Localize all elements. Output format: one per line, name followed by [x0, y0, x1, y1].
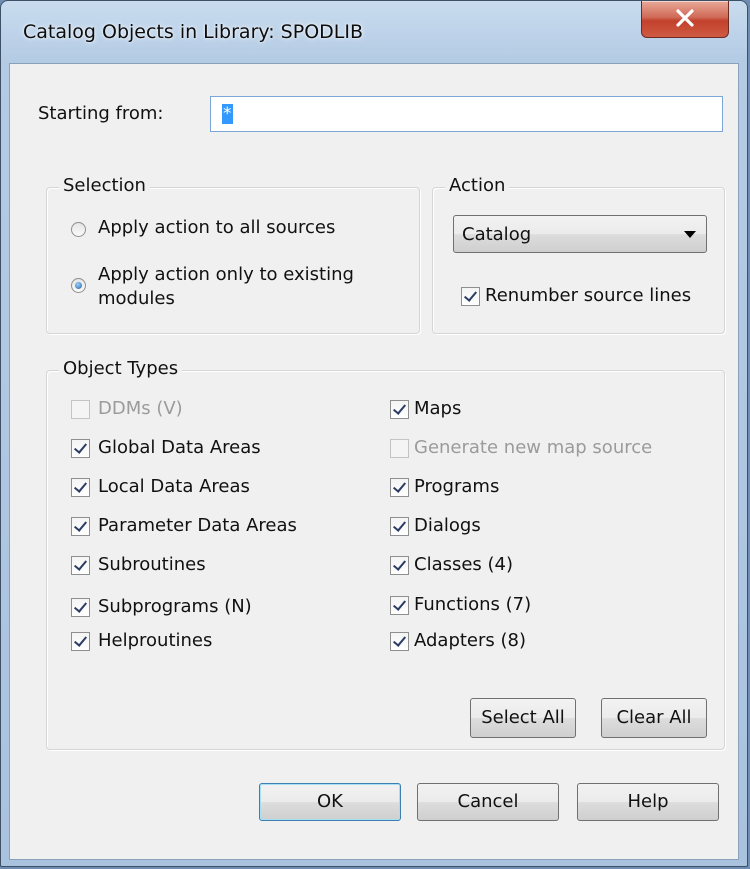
checkbox-subroutines[interactable]	[71, 556, 90, 575]
starting-from-value: *	[222, 104, 233, 124]
object-types-group-title: Object Types	[59, 358, 183, 379]
renumber-label[interactable]: Renumber source lines	[485, 285, 691, 306]
chevron-down-icon	[684, 231, 696, 238]
checkbox-programs[interactable]	[390, 478, 409, 497]
label-helproutines[interactable]: Helproutines	[98, 630, 212, 651]
checkbox-helproutines[interactable]	[71, 632, 90, 651]
selection-group: Selection	[46, 175, 420, 334]
dialog-body: Starting from: * Selection Apply action …	[9, 63, 739, 860]
label-subroutines[interactable]: Subroutines	[98, 554, 206, 575]
label-parameter-data-areas[interactable]: Parameter Data Areas	[98, 515, 297, 536]
checkbox-global-data-areas[interactable]	[71, 439, 90, 458]
checkbox-subprograms[interactable]	[71, 598, 90, 617]
label-ddms[interactable]: DDMs (V)	[98, 398, 183, 419]
selection-group-title: Selection	[59, 175, 150, 196]
label-subprograms[interactable]: Subprograms (N)	[98, 596, 252, 617]
checkbox-classes[interactable]	[390, 556, 409, 575]
label-generate-map-source[interactable]: Generate new map source	[414, 437, 652, 458]
select-all-button[interactable]: Select All	[470, 698, 576, 738]
action-group-title: Action	[445, 175, 510, 196]
action-dropdown-value: Catalog	[462, 224, 532, 245]
label-maps[interactable]: Maps	[414, 398, 461, 419]
label-global-data-areas[interactable]: Global Data Areas	[98, 437, 261, 458]
action-dropdown[interactable]: Catalog	[453, 215, 707, 253]
close-button[interactable]	[641, 1, 729, 38]
checkbox-local-data-areas[interactable]	[71, 478, 90, 497]
starting-from-label: Starting from:	[38, 103, 164, 124]
checkbox-generate-map-source[interactable]	[390, 439, 409, 458]
checkbox-functions[interactable]	[390, 596, 409, 615]
close-icon	[676, 9, 694, 27]
label-programs[interactable]: Programs	[414, 476, 499, 497]
label-classes[interactable]: Classes (4)	[414, 554, 513, 575]
renumber-checkbox[interactable]	[461, 287, 480, 306]
checkbox-maps[interactable]	[390, 400, 409, 419]
ok-button[interactable]: OK	[259, 783, 401, 821]
label-functions[interactable]: Functions (7)	[414, 594, 531, 615]
radio-existing-modules-label-line1[interactable]: Apply action only to existing	[98, 264, 354, 285]
checkbox-parameter-data-areas[interactable]	[71, 517, 90, 536]
action-group: Action	[432, 175, 725, 334]
radio-all-sources-label[interactable]: Apply action to all sources	[98, 217, 335, 238]
radio-all-sources[interactable]	[71, 222, 86, 237]
checkbox-adapters[interactable]	[390, 632, 409, 651]
starting-from-input[interactable]: *	[210, 96, 723, 132]
label-local-data-areas[interactable]: Local Data Areas	[98, 476, 250, 497]
dialog-title: Catalog Objects in Library: SPODLIB	[23, 21, 364, 43]
label-adapters[interactable]: Adapters (8)	[414, 630, 526, 651]
help-button[interactable]: Help	[577, 783, 719, 821]
checkbox-ddms[interactable]	[71, 400, 90, 419]
cancel-button[interactable]: Cancel	[417, 783, 559, 821]
checkbox-dialogs[interactable]	[390, 517, 409, 536]
clear-all-button[interactable]: Clear All	[601, 698, 707, 738]
label-dialogs[interactable]: Dialogs	[414, 515, 481, 536]
title-bar[interactable]: Catalog Objects in Library: SPODLIB	[1, 1, 747, 63]
dialog-window: Catalog Objects in Library: SPODLIB Star…	[0, 0, 748, 867]
radio-existing-modules-label-line2[interactable]: modules	[98, 288, 175, 309]
radio-existing-modules[interactable]	[71, 278, 86, 293]
